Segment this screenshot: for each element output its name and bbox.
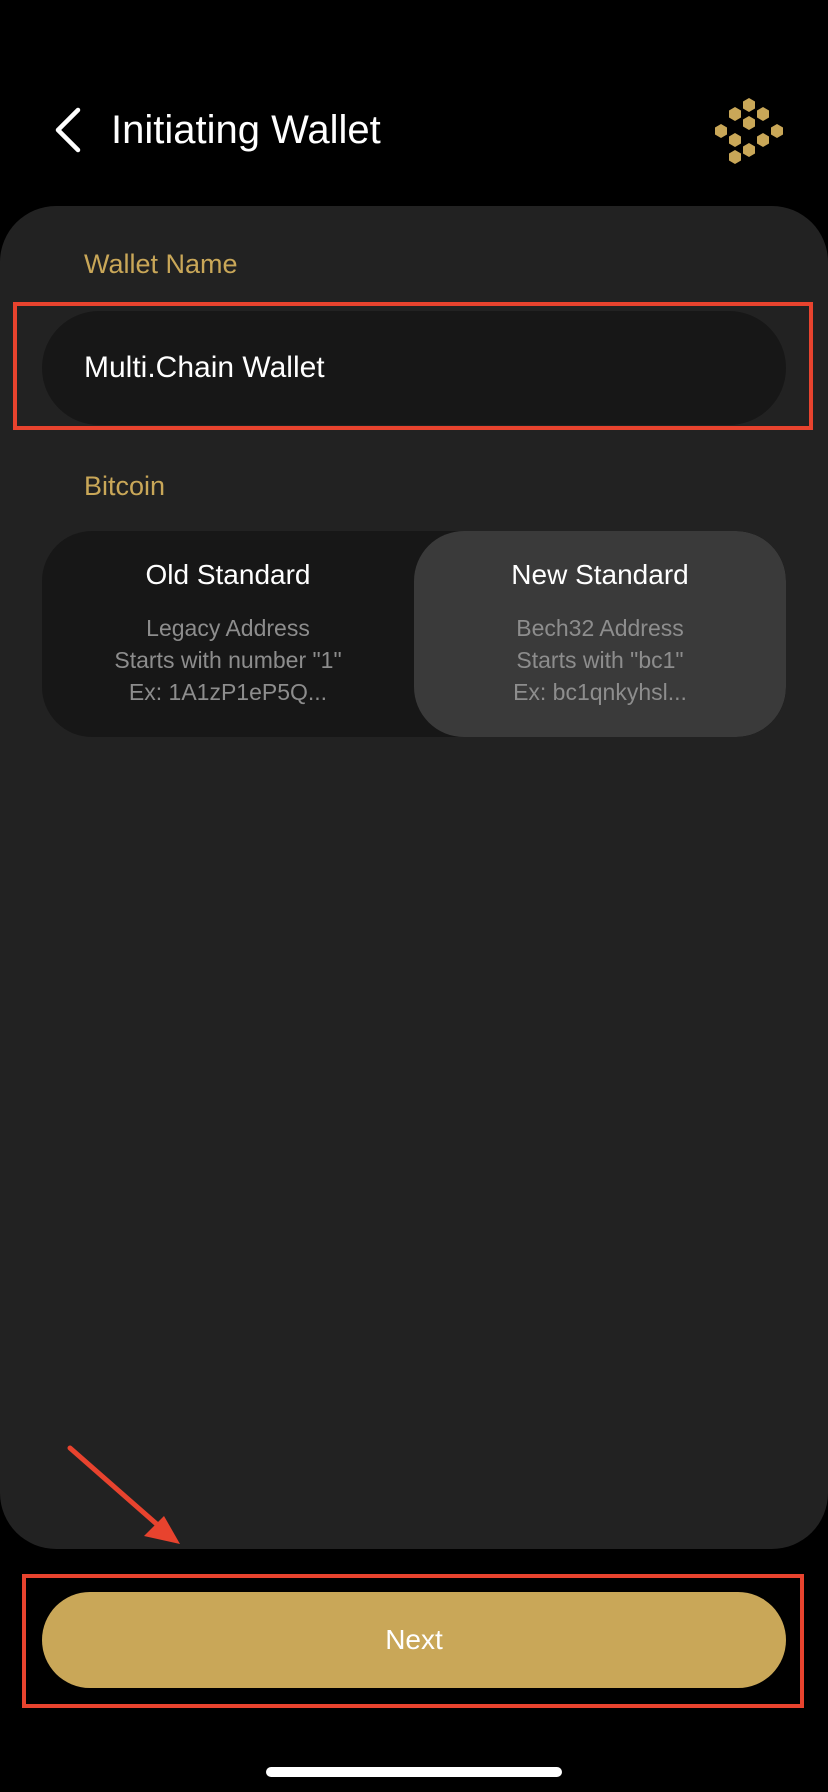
header: Initiating Wallet — [0, 0, 828, 200]
page-title: Initiating Wallet — [111, 108, 381, 152]
hexagon-cluster-logo-icon — [714, 96, 784, 166]
home-indicator — [266, 1767, 562, 1777]
back-button[interactable] — [42, 100, 94, 160]
old-standard-line-3: Ex: 1A1zP1eP5Q... — [128, 679, 328, 705]
old-standard-option[interactable]: Old Standard Legacy Address Starts with … — [42, 531, 414, 737]
new-standard-option[interactable]: New Standard Bech32 Address Starts with … — [414, 531, 786, 737]
red-arrow-annotation — [67, 1445, 180, 1544]
old-standard-line-2: Starts with number "1" — [114, 647, 342, 673]
wallet-name-input[interactable] — [42, 311, 786, 425]
chevron-left-icon — [55, 107, 81, 153]
new-standard-line-1: Bech32 Address — [516, 615, 684, 641]
new-standard-line-3: Ex: bc1qnkyhsl... — [513, 679, 687, 705]
bitcoin-address-type-selector: Old Standard Legacy Address Starts with … — [42, 531, 786, 737]
wallet-name-label: Wallet Name — [84, 249, 238, 279]
bitcoin-label: Bitcoin — [84, 471, 166, 501]
old-standard-line-1: Legacy Address — [146, 615, 310, 641]
new-standard-line-2: Starts with "bc1" — [516, 647, 684, 673]
new-standard-title: New Standard — [511, 559, 689, 590]
next-button[interactable]: Next — [42, 1592, 786, 1688]
old-standard-title: Old Standard — [145, 559, 311, 590]
